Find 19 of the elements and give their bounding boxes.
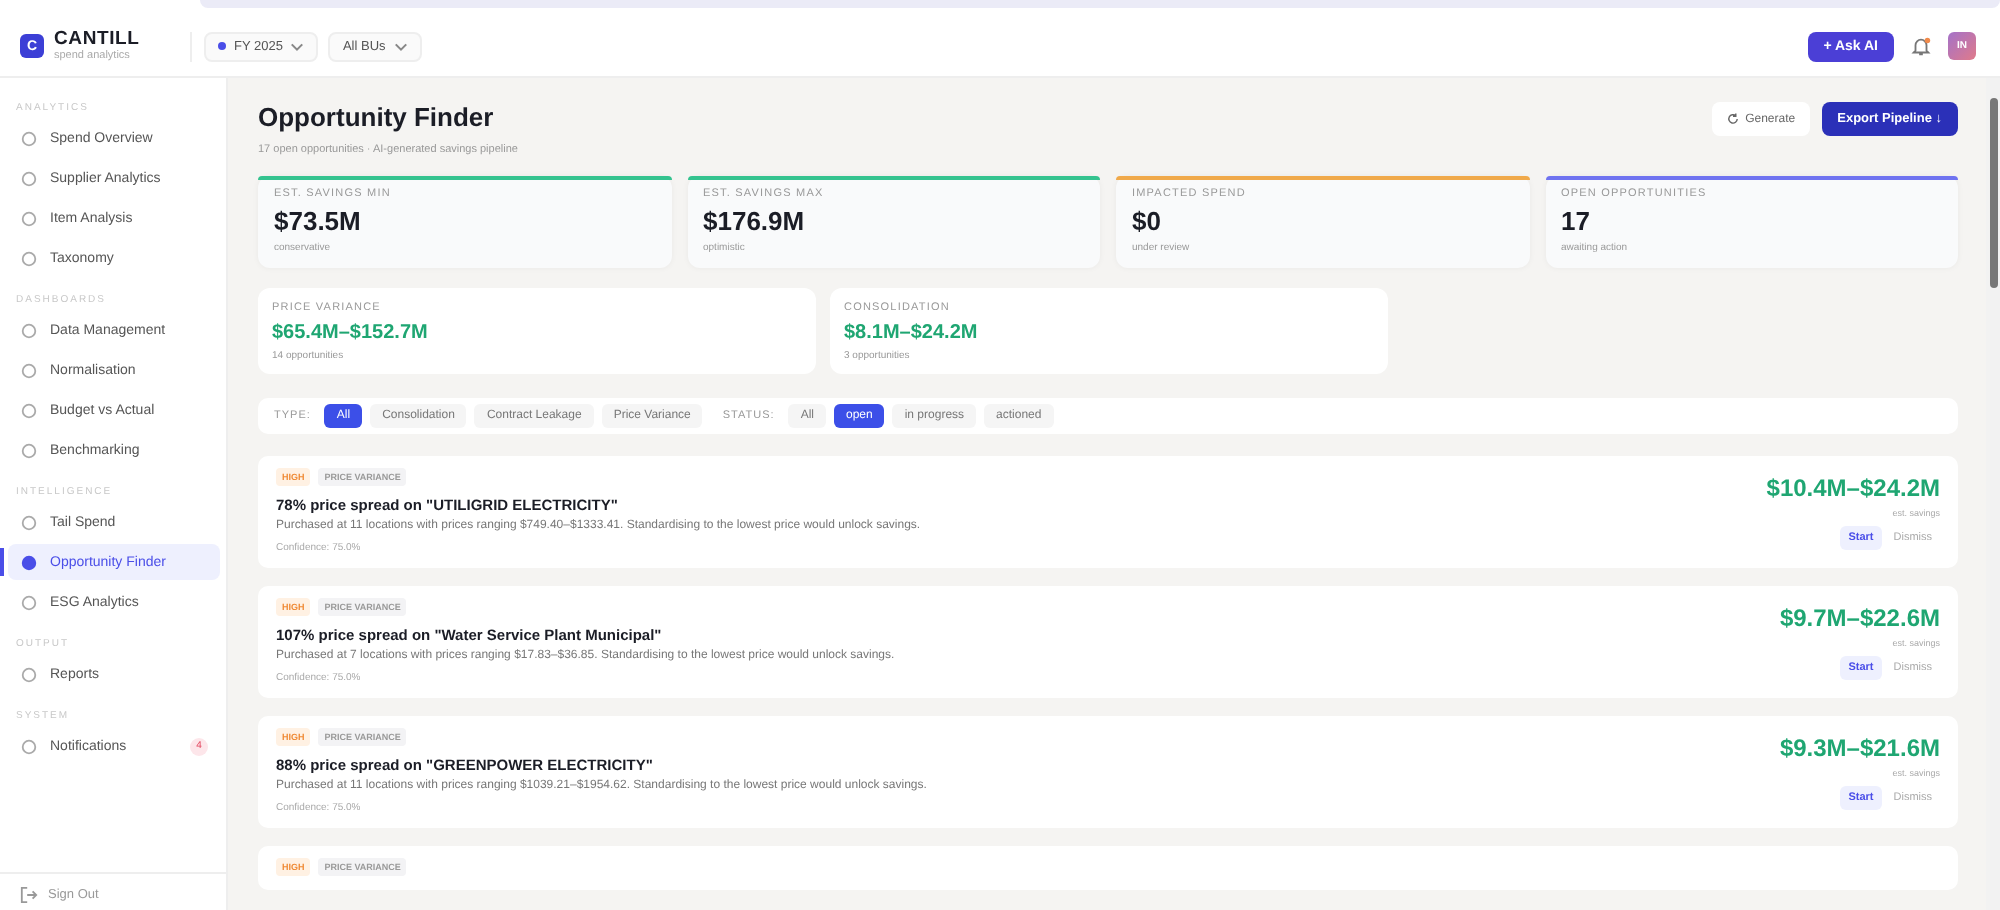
kpi-value: $0 — [1132, 206, 1163, 236]
savings-range: $9.3M–$21.6M — [1779, 734, 1940, 762]
circle-icon — [20, 361, 38, 379]
kpi-value: $176.9M — [703, 206, 807, 236]
kpi-value: 17 — [1561, 206, 1592, 236]
category-savings: $8.1M–$24.2M — [844, 322, 980, 344]
refresh-icon — [1725, 112, 1740, 126]
savings-range: $10.4M–$24.2M — [1766, 474, 1940, 502]
caret-icon — [393, 41, 408, 51]
brand-name: CANTILL — [54, 30, 140, 49]
page-title: Opportunity Finder — [258, 102, 496, 132]
sign-out-icon — [20, 886, 38, 904]
caret-icon — [290, 41, 305, 51]
category-savings: $65.4M–$152.7M — [272, 322, 430, 344]
circle-icon — [20, 129, 38, 147]
notification-bell-icon[interactable] — [1910, 35, 1932, 57]
kpi-value: $73.5M — [274, 206, 363, 236]
scrollbar-thumb[interactable] — [1989, 98, 1997, 288]
savings-range: $9.7M–$22.6M — [1779, 604, 1940, 632]
